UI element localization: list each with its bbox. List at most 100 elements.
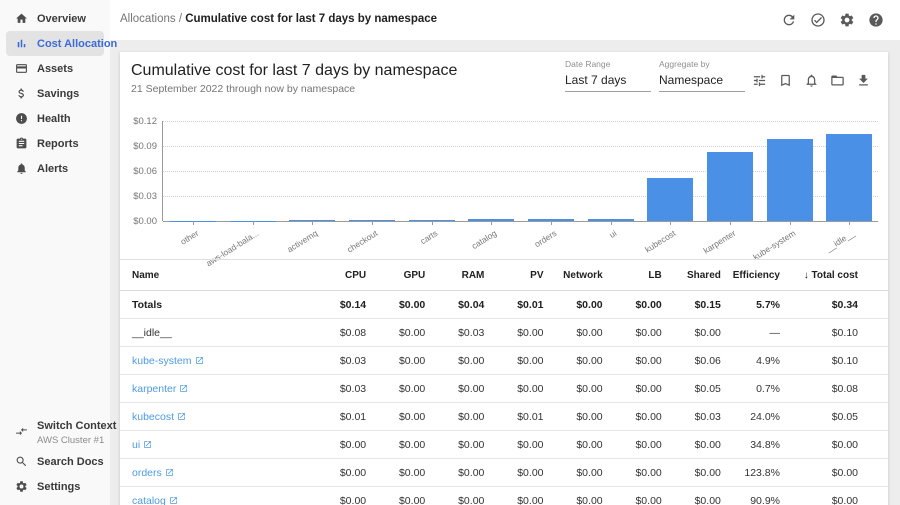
sidebar-item-label: Alerts (37, 163, 68, 175)
row-cell: $0.00 (603, 439, 662, 451)
check-circle-icon[interactable] (810, 12, 826, 28)
row-cell: $0.00 (780, 467, 858, 479)
column-header-lb[interactable]: LB (603, 270, 662, 281)
y-axis-tick-label: $0.12 (121, 116, 157, 127)
row-cell: $0.10 (780, 327, 858, 339)
row-name[interactable]: kube-system (132, 355, 307, 367)
column-header-network[interactable]: Network (544, 270, 603, 281)
x-axis-tick (611, 221, 612, 225)
row-cell: $0.00 (366, 411, 425, 423)
column-header-cpu[interactable]: CPU (307, 270, 366, 281)
sidebar-item-label: Savings (37, 88, 79, 100)
row-cell: $0.00 (425, 383, 484, 395)
namespace-link[interactable]: kube-system (132, 355, 204, 367)
chart-bar[interactable] (647, 178, 693, 221)
column-header-ram[interactable]: RAM (425, 270, 484, 281)
row-cell: $0.05 (662, 383, 721, 395)
column-header-total-cost[interactable]: ↓ Total cost (780, 270, 858, 281)
external-link-icon (165, 468, 174, 477)
sidebar-item-search-docs[interactable]: Search Docs (6, 449, 104, 474)
current-cluster-label: AWS Cluster #1 (37, 435, 116, 446)
row-cell: $0.00 (544, 495, 603, 505)
table-row-kubecost: kubecost$0.01$0.00$0.00$0.01$0.00$0.00$0… (120, 403, 888, 431)
row-cell: $0.00 (603, 411, 662, 423)
sidebar-item-savings[interactable]: Savings (6, 81, 104, 106)
row-cell: $0.14 (307, 299, 366, 311)
row-cell: 34.8% (721, 439, 780, 451)
breadcrumb-section[interactable]: Allocations (120, 13, 176, 25)
sidebar-item-label: Assets (37, 63, 73, 75)
row-cell: $0.00 (484, 327, 543, 339)
row-cell: $0.00 (544, 411, 603, 423)
row-cell: $0.00 (366, 467, 425, 479)
breadcrumb-separator: / (176, 13, 186, 25)
sidebar-item-health[interactable]: Health (6, 106, 104, 131)
row-cell: $0.00 (425, 439, 484, 451)
row-name[interactable]: kubecost (132, 411, 307, 423)
chart-bar[interactable] (707, 152, 753, 221)
row-cell: $0.00 (544, 383, 603, 395)
sidebar-item-settings[interactable]: Settings (6, 474, 104, 499)
namespace-link[interactable]: ui (132, 439, 152, 451)
sidebar-item-overview[interactable]: Overview (6, 6, 104, 31)
x-axis-tick (670, 221, 671, 225)
column-header-gpu[interactable]: GPU (366, 270, 425, 281)
column-header-pv[interactable]: PV (484, 270, 543, 281)
column-header-name[interactable]: Name (132, 270, 307, 281)
switch-context-label: Switch Context (37, 420, 116, 432)
filters-icon[interactable] (752, 73, 767, 88)
chart-plot: $0.00$0.03$0.06$0.09$0.12otheraws-load-b… (162, 121, 878, 221)
row-cell: 0.7% (721, 383, 780, 395)
date-range-label: Date Range (565, 59, 651, 69)
row-cell: $0.04 (425, 299, 484, 311)
namespace-link[interactable]: orders (132, 467, 174, 479)
sidebar-item-label: Reports (37, 138, 79, 150)
breadcrumb-page: Cumulative cost for last 7 days by names… (185, 13, 437, 25)
row-name[interactable]: ui (132, 439, 307, 451)
row-cell: $0.00 (603, 355, 662, 367)
row-name[interactable]: catalog (132, 495, 307, 505)
table-row-orders: orders$0.00$0.00$0.00$0.00$0.00$0.00$0.0… (120, 459, 888, 487)
bar-chart-icon (15, 37, 28, 50)
column-header-shared[interactable]: Shared (662, 270, 721, 281)
row-name[interactable]: orders (132, 467, 307, 479)
namespace-link[interactable]: karpenter (132, 383, 188, 395)
y-gridline (163, 121, 878, 122)
page-subtitle: 21 September 2022 through now by namespa… (131, 83, 355, 95)
bell-icon (15, 162, 28, 175)
row-cell: $0.00 (780, 439, 858, 451)
x-axis-tick (312, 221, 313, 225)
row-cell: $0.00 (544, 299, 603, 311)
aggregate-by-value: Namespace (659, 73, 745, 92)
refresh-icon[interactable] (781, 12, 797, 28)
sidebar-item-switch-context[interactable]: Switch Context AWS Cluster #1 (6, 413, 104, 449)
chart-bar[interactable] (767, 139, 813, 221)
table-row-ui: ui$0.00$0.00$0.00$0.00$0.00$0.00$0.0034.… (120, 431, 888, 459)
row-cell: $0.00 (603, 327, 662, 339)
aggregate-by-select[interactable]: Aggregate by Namespace (659, 59, 745, 92)
help-icon[interactable] (868, 12, 884, 28)
table-row-catalog: catalog$0.00$0.00$0.00$0.00$0.00$0.00$0.… (120, 487, 888, 505)
row-name: __idle__ (132, 327, 307, 339)
alerts-bell-icon[interactable] (804, 73, 819, 88)
download-icon[interactable] (856, 73, 871, 88)
folder-icon[interactable] (830, 73, 845, 88)
table-row-__idle__: __idle__$0.08$0.00$0.03$0.00$0.00$0.00$0… (120, 319, 888, 347)
date-range-select[interactable]: Date Range Last 7 days (565, 59, 651, 92)
sidebar-item-cost-allocation[interactable]: Cost Allocation (6, 31, 104, 56)
bookmark-icon[interactable] (778, 73, 793, 88)
chart-bar[interactable] (826, 134, 872, 221)
external-link-icon (169, 496, 178, 505)
column-header-efficiency[interactable]: Efficiency (721, 270, 780, 281)
row-cell: $0.06 (662, 355, 721, 367)
sidebar-item-reports[interactable]: Reports (6, 131, 104, 156)
gear-icon[interactable] (839, 12, 855, 28)
sidebar-item-assets[interactable]: Assets (6, 56, 104, 81)
sidebar-item-alerts[interactable]: Alerts (6, 156, 104, 181)
namespace-link[interactable]: catalog (132, 495, 178, 505)
row-cell: $0.00 (366, 355, 425, 367)
namespace-link[interactable]: kubecost (132, 411, 186, 423)
row-cell: $0.00 (366, 439, 425, 451)
row-name[interactable]: karpenter (132, 383, 307, 395)
switch-context-icon (15, 425, 28, 438)
